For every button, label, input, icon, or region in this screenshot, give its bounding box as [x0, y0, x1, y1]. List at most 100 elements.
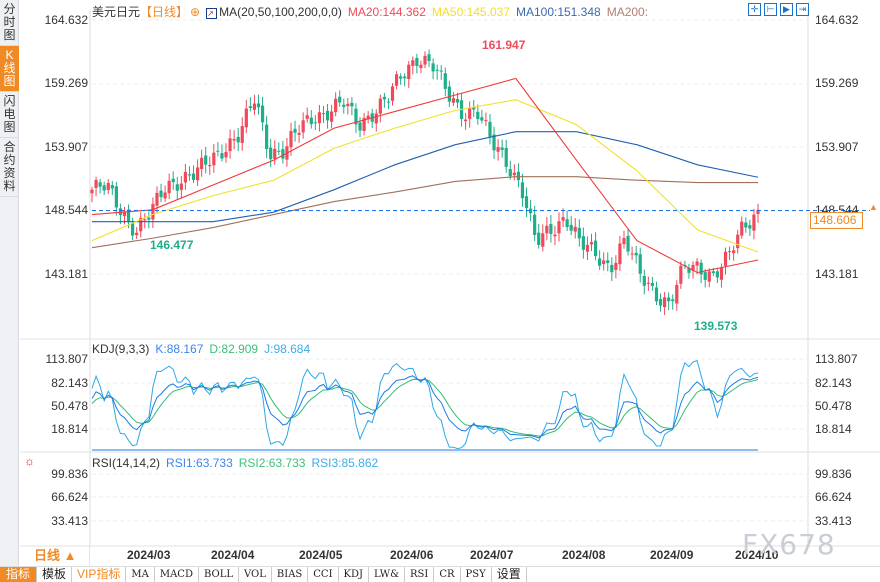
- chart-canvas[interactable]: [0, 0, 880, 566]
- tab-ma[interactable]: MA: [126, 567, 155, 582]
- candle-body: [159, 190, 163, 198]
- candle-body: [638, 254, 642, 274]
- tab-vip-indicators[interactable]: VIP指标: [72, 567, 127, 582]
- candle-body: [236, 136, 240, 143]
- candle-body: [423, 55, 427, 65]
- tab-cci[interactable]: CCI: [308, 567, 339, 582]
- candle-body: [407, 64, 411, 80]
- tab-templates[interactable]: 模板: [37, 567, 73, 582]
- candle-body: [305, 115, 309, 119]
- rsi-axis-label: 66.624: [51, 490, 88, 504]
- rsi3-value: RSI3:85.862: [311, 456, 379, 470]
- ma-chart-icon[interactable]: ↗: [206, 8, 218, 19]
- candle-body: [541, 233, 545, 247]
- watermark-logo: FX678: [742, 528, 836, 561]
- candle-body: [256, 103, 261, 108]
- price-axis-label: 153.907: [44, 140, 88, 154]
- candle-body: [167, 180, 171, 194]
- candle-body: [163, 192, 167, 199]
- crosshair-icon[interactable]: ⊕: [190, 5, 200, 19]
- candle-body: [439, 70, 443, 72]
- candle-body: [228, 138, 232, 152]
- tab-psy[interactable]: PSY: [461, 567, 492, 582]
- candle-body: [147, 217, 151, 220]
- tab-vol[interactable]: VOL: [239, 567, 272, 582]
- kdj-axis-label: 50.478: [51, 399, 88, 413]
- tab-boll[interactable]: BOLL: [199, 567, 239, 582]
- candle-body: [309, 117, 313, 125]
- price-axis-label-right: 159.269: [815, 76, 859, 90]
- candle-body: [374, 113, 378, 124]
- candle-body: [671, 299, 675, 302]
- price-axis-label: 164.632: [44, 13, 88, 27]
- candle-body: [386, 101, 391, 103]
- tab-lw[interactable]: LW&: [369, 567, 405, 582]
- candle-body: [212, 152, 216, 166]
- candle-body: [500, 147, 504, 150]
- candle-body: [183, 171, 188, 183]
- candle-body: [630, 253, 634, 255]
- chart-tools: ✛ ⊢ ▶ ⇥: [748, 3, 809, 16]
- candle-body: [382, 96, 386, 100]
- candle-body: [557, 221, 561, 234]
- tab-kdj[interactable]: KDJ: [339, 567, 370, 582]
- crosshair-tool-icon[interactable]: ✛: [748, 3, 761, 16]
- ma100-value: MA100:151.348: [515, 5, 601, 19]
- candle-body: [321, 113, 326, 115]
- candle-body: [419, 64, 423, 68]
- candle-body: [626, 235, 630, 252]
- candle-body: [598, 258, 602, 266]
- candle-body: [106, 183, 110, 191]
- candle-body: [313, 122, 317, 124]
- price-axis-label-right: 153.907: [815, 140, 859, 154]
- candle-body: [549, 224, 553, 234]
- candle-body: [675, 284, 679, 304]
- kdj-axis-label: 82.143: [51, 376, 88, 390]
- candle-body: [415, 57, 419, 67]
- candle-body: [273, 148, 277, 159]
- candle-body: [94, 179, 98, 188]
- period-selector[interactable]: 日线 ▲: [20, 546, 90, 566]
- candle-body: [512, 172, 516, 176]
- zoom-in-tool-icon[interactable]: ⊢: [764, 3, 777, 16]
- candle-body: [573, 226, 577, 232]
- candle-body: [593, 240, 598, 257]
- candle-body: [585, 244, 590, 252]
- candle-body: [216, 150, 220, 152]
- candle-body: [715, 271, 719, 278]
- candle-body: [618, 243, 622, 265]
- ma-params: MA(20,50,100,200,0,0): [219, 5, 342, 19]
- tab-cr[interactable]: CR: [434, 567, 461, 582]
- candle-body: [317, 112, 322, 124]
- candle-body: [232, 139, 236, 141]
- candle-body: [508, 169, 512, 177]
- candle-body: [329, 111, 334, 122]
- settings-sun-icon[interactable]: ☼: [24, 454, 35, 468]
- tab-bias[interactable]: BIAS: [272, 567, 309, 582]
- candle-body: [350, 102, 354, 107]
- candle-body: [451, 98, 456, 103]
- tab-settings[interactable]: 设置: [492, 567, 527, 582]
- candle-body: [252, 103, 257, 110]
- tab-macd[interactable]: MACD: [155, 567, 199, 582]
- candle-body: [293, 128, 297, 133]
- candle-body: [642, 275, 646, 286]
- candle-body: [240, 126, 244, 144]
- candle-body: [577, 227, 581, 239]
- candle-body: [707, 271, 711, 282]
- candle-body: [90, 189, 94, 194]
- ma200-value: MA200:: [606, 5, 649, 19]
- candle-body: [390, 86, 395, 101]
- date-label: 2024/03: [127, 548, 171, 562]
- candle-body: [711, 271, 715, 274]
- candle-body: [346, 103, 350, 107]
- low-annotation-right: 139.573: [694, 319, 738, 333]
- tab-rsi[interactable]: RSI: [405, 567, 435, 582]
- end-tool-icon[interactable]: ⇥: [796, 3, 809, 16]
- candle-body: [208, 165, 212, 167]
- low-annotation-left: 146.477: [150, 238, 194, 252]
- rsi-legend: RSI(14,14,2) RSI1:63.733 RSI2:63.733 RSI3:8…: [92, 456, 384, 470]
- tab-indicators[interactable]: 指标: [0, 567, 38, 582]
- candle-body: [244, 108, 248, 128]
- move-tool-icon[interactable]: ▶: [780, 3, 793, 16]
